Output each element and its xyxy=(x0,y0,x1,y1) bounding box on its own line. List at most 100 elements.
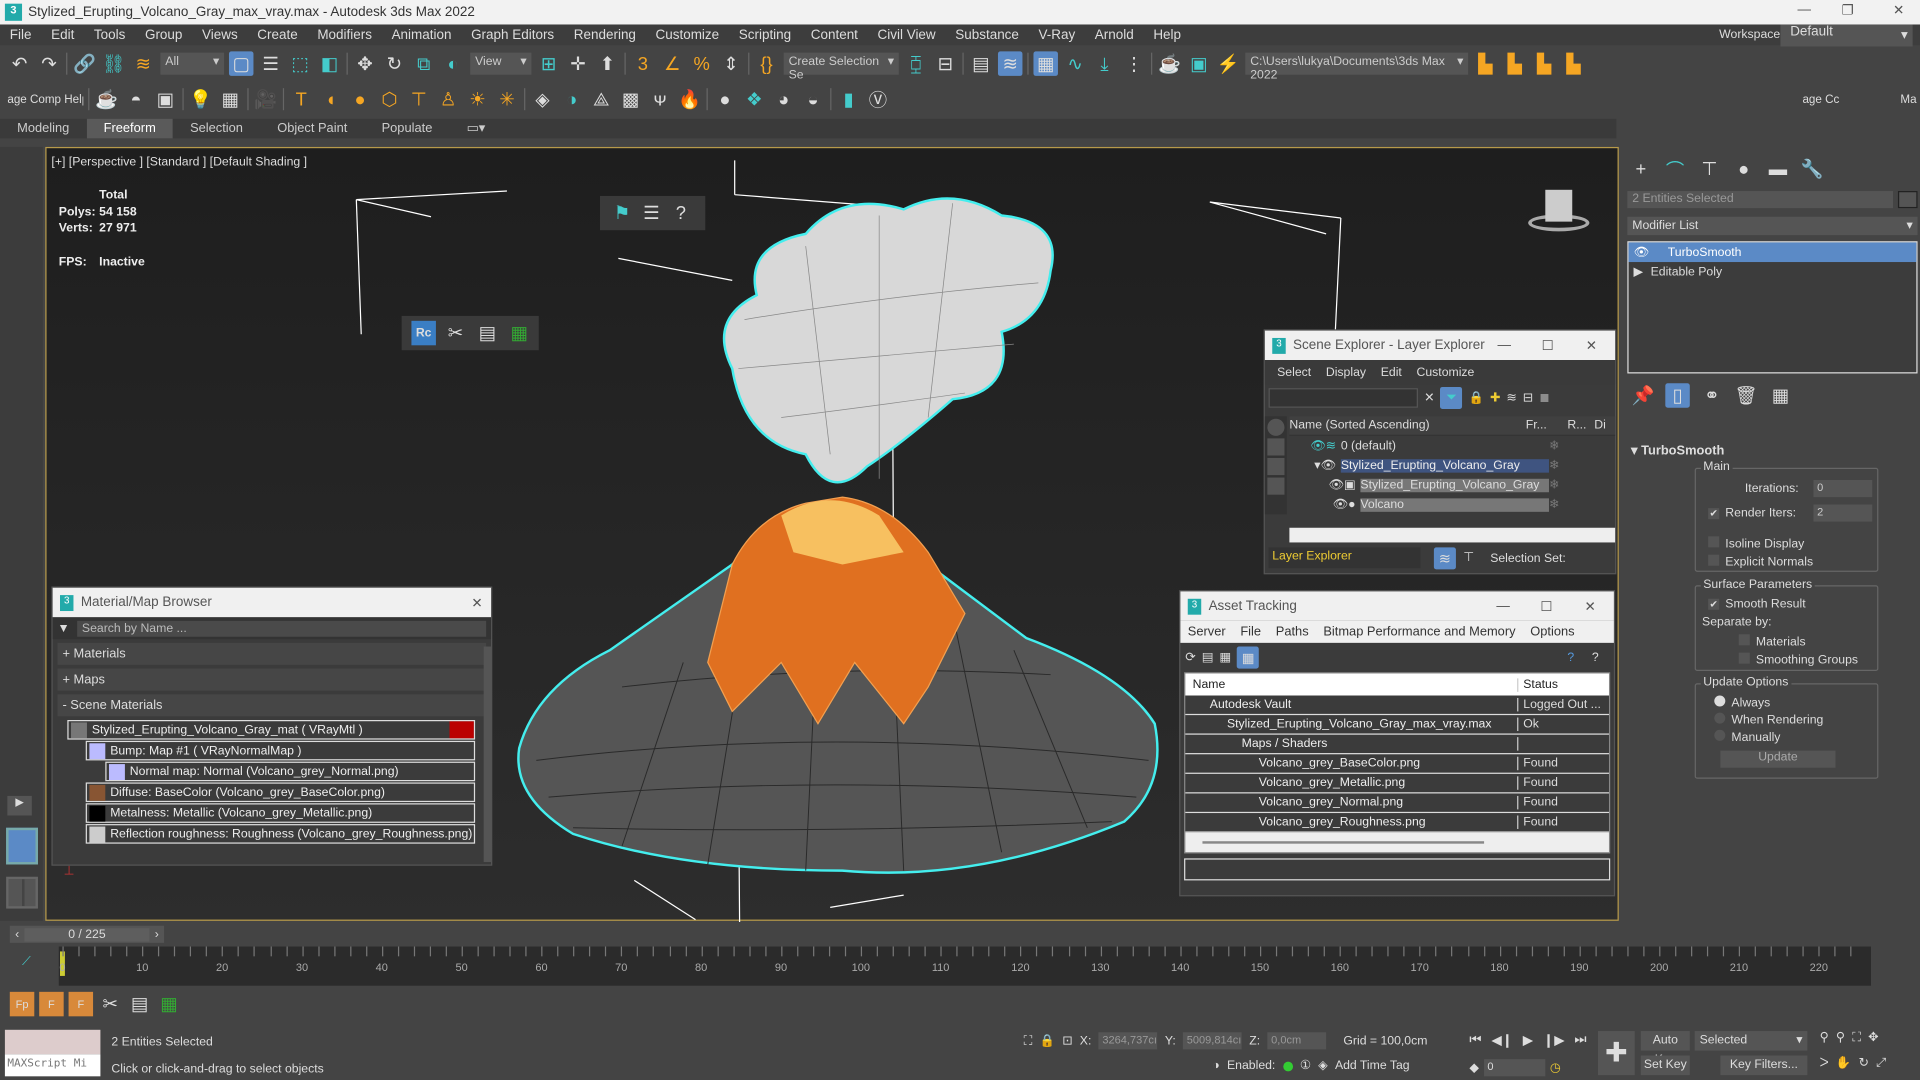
bake-icon[interactable]: ▮ xyxy=(836,87,860,111)
menu-customize[interactable]: Customize xyxy=(646,28,729,43)
modifier-list-dropdown[interactable]: Modifier List xyxy=(1627,216,1918,236)
rotate-icon[interactable]: ↻ xyxy=(382,51,406,75)
help-icon[interactable]: ? xyxy=(1567,651,1574,664)
scene-explorer-icon[interactable]: ▤ xyxy=(969,51,993,75)
maximize-button[interactable]: ☐ xyxy=(1542,337,1554,354)
display-tab-icon[interactable]: ▬ xyxy=(1766,157,1790,181)
set-key-button[interactable]: Set Key xyxy=(1640,1055,1690,1076)
map-item[interactable]: Metalness: Metallic (Volcano_grey_Metall… xyxy=(85,803,476,823)
menu-content[interactable]: Content xyxy=(801,28,868,43)
asset-row[interactable]: Volcano_grey_Normal.png Found xyxy=(1185,793,1609,814)
absolute-mode-icon[interactable]: ⊡ xyxy=(1062,1034,1072,1047)
display-objects-icon[interactable] xyxy=(1267,418,1285,436)
selection-lock-icon[interactable]: 🔒 xyxy=(1040,1034,1055,1047)
menu-civil-view[interactable]: Civil View xyxy=(868,28,946,43)
play-icon[interactable]: ▶ xyxy=(1523,1032,1533,1048)
minimize-button[interactable]: — xyxy=(1798,2,1811,17)
maximize-button[interactable]: ❐ xyxy=(1842,2,1854,19)
tab-object-paint[interactable]: Object Paint xyxy=(260,119,364,139)
asset-row[interactable]: Volcano_grey_BaseColor.png Found xyxy=(1185,754,1609,774)
menu-modifiers[interactable]: Modifiers xyxy=(308,28,382,43)
viewcube-icon[interactable] xyxy=(1528,187,1590,236)
render-iters-spinner[interactable]: 2 xyxy=(1813,504,1873,522)
redo-icon[interactable]: ↷ xyxy=(37,51,61,75)
asset-row[interactable]: Volcano_grey_Metallic.png Found xyxy=(1185,774,1609,794)
smoothing-groups-checkbox[interactable] xyxy=(1738,652,1750,664)
project-new-icon[interactable]: ▙ xyxy=(1532,51,1556,75)
schematic-view-icon[interactable]: ⋮ xyxy=(1122,51,1146,75)
ribbon-options-icon[interactable]: ▭▾ xyxy=(449,119,502,139)
modify-tab-icon[interactable]: ⌒ xyxy=(1663,157,1687,181)
menu-substance[interactable]: Substance xyxy=(945,28,1028,43)
ies-light-icon[interactable]: ♙ xyxy=(436,87,460,111)
filter-icon[interactable]: ⏷ xyxy=(1440,386,1463,409)
close-button[interactable]: ✕ xyxy=(471,594,482,611)
menu-bitmap-performance[interactable]: Bitmap Performance and Memory xyxy=(1316,624,1523,639)
single-viewport-layout[interactable] xyxy=(6,827,38,865)
volume-grid-icon[interactable]: ▩ xyxy=(618,87,642,111)
go-to-end-icon[interactable]: ⏭ xyxy=(1574,1032,1586,1048)
menu-scripting[interactable]: Scripting xyxy=(729,28,801,43)
horizontal-scrollbar[interactable] xyxy=(1185,832,1609,853)
unlink-icon[interactable]: ⛓ xyxy=(102,51,126,75)
horizontal-scrollbar[interactable] xyxy=(1289,527,1616,543)
minimize-button[interactable]: — xyxy=(1498,338,1511,353)
new-layer-icon[interactable]: ✚ xyxy=(1490,391,1500,404)
column-render-header[interactable]: R... xyxy=(1567,419,1594,432)
turbosmooth-rollout-header[interactable]: ▾ TurboSmooth xyxy=(1631,443,1724,458)
dome-light-icon[interactable]: ◖ xyxy=(318,87,342,111)
fur-icon[interactable]: ⟁ xyxy=(589,87,613,111)
project-open-icon[interactable]: ▙ xyxy=(1502,51,1526,75)
menu-group[interactable]: Group xyxy=(135,28,192,43)
set-key-big-button[interactable]: ✚ xyxy=(1597,1031,1635,1076)
render-setup-icon[interactable]: ☕ xyxy=(1157,51,1181,75)
column-name-header[interactable]: Name xyxy=(1185,677,1519,692)
menu-graph-editors[interactable]: Graph Editors xyxy=(461,28,564,43)
create-tab-icon[interactable]: + xyxy=(1629,157,1653,181)
pan-icon[interactable]: ✋ xyxy=(1836,1057,1851,1070)
show-end-result-icon[interactable]: ▯ xyxy=(1665,383,1690,408)
spinner-snap-icon[interactable]: ⇕ xyxy=(719,51,743,75)
vertical-scrollbar[interactable] xyxy=(483,646,492,863)
isoline-display-checkbox[interactable] xyxy=(1708,536,1720,548)
light-icon[interactable]: 💡 xyxy=(189,87,213,111)
options-dropdown-icon[interactable]: ▼ xyxy=(58,621,70,634)
zoom-extents-icon[interactable]: ⛶ xyxy=(1852,1031,1861,1044)
curve-editor-toggle-icon[interactable]: ⟋ xyxy=(22,955,31,968)
project-folder-icon[interactable]: ▙ xyxy=(1473,51,1497,75)
map-item[interactable]: Reflection roughness: Roughness (Volcano… xyxy=(85,824,476,844)
sphere-fade-icon[interactable]: ◑ xyxy=(560,87,584,111)
y-coordinate-field[interactable]: 5009,814cı xyxy=(1183,1032,1242,1050)
select-object-icon[interactable]: ▢ xyxy=(228,51,254,76)
mesh-light-icon[interactable]: ⬡ xyxy=(377,87,401,111)
reference-coord-dropdown[interactable]: View xyxy=(470,52,532,75)
spot-light-icon[interactable]: ⊤ xyxy=(407,87,431,111)
material-search-input[interactable]: Search by Name ... xyxy=(77,620,487,637)
fa-icon[interactable]: F xyxy=(68,991,94,1017)
menu-paths[interactable]: Paths xyxy=(1268,624,1316,639)
tab-selection[interactable]: Selection xyxy=(173,119,260,139)
angle-snap-icon[interactable]: ∠ xyxy=(660,51,684,75)
tools-icon[interactable]: ✂ xyxy=(98,992,122,1016)
snap-icon[interactable]: ⬆ xyxy=(595,51,619,75)
layer-row[interactable]: 👁≋ 0 (default) ❄ xyxy=(1289,436,1615,456)
edit-named-selection-icon[interactable]: {} xyxy=(754,51,778,75)
explicit-normals-checkbox[interactable] xyxy=(1708,554,1720,566)
menu-select[interactable]: Select xyxy=(1265,366,1319,379)
menu-arnold[interactable]: Arnold xyxy=(1085,28,1144,43)
map-item[interactable]: Normal map: Normal (Volcano_grey_Normal.… xyxy=(105,761,476,782)
asset-path-field[interactable] xyxy=(1184,858,1611,881)
tools-icon[interactable]: ✂ xyxy=(443,321,467,345)
material-browser-titlebar[interactable]: 3 Material/Map Browser ✕ xyxy=(52,587,492,618)
enabled-indicator[interactable] xyxy=(1282,1061,1293,1071)
object-color-swatch[interactable] xyxy=(1897,191,1918,209)
hierarchy-icon[interactable]: ⊟ xyxy=(1523,391,1533,404)
z-coordinate-field[interactable]: 0,0cm xyxy=(1267,1032,1327,1050)
menu-server[interactable]: Server xyxy=(1180,624,1233,639)
menu-tools[interactable]: Tools xyxy=(84,28,135,43)
make-unique-icon[interactable]: ⚭ xyxy=(1700,383,1724,407)
named-selection-dropdown[interactable]: Create Selection Se xyxy=(783,52,899,82)
vr-camera-icon[interactable]: 🎥 xyxy=(253,87,277,111)
ambient-light-icon[interactable]: ✳ xyxy=(495,87,519,111)
link-icon[interactable]: 🔗 xyxy=(72,51,96,75)
